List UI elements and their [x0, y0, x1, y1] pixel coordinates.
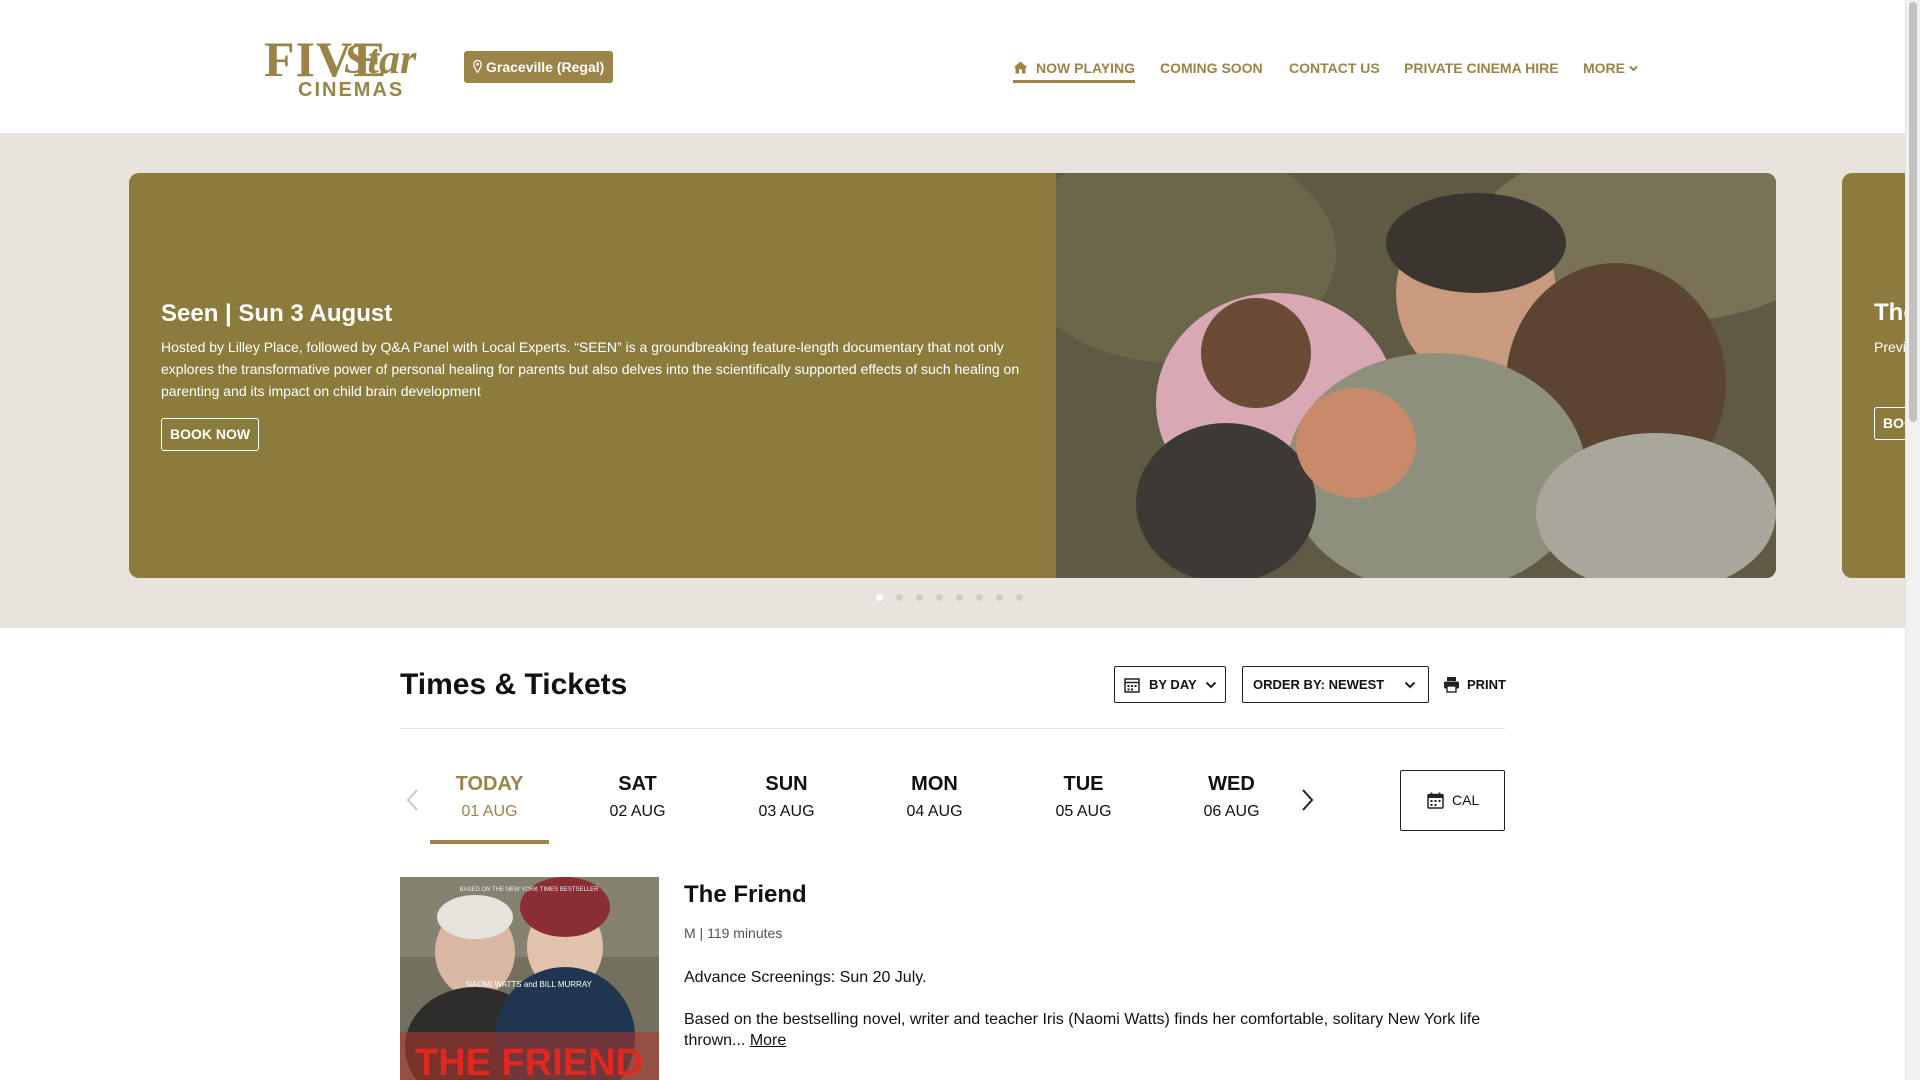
- date-tab-day: TODAY: [455, 773, 524, 795]
- home-icon: [1013, 61, 1028, 74]
- slide-image-family-hug: [1016, 173, 1776, 578]
- nav-label: CONTACT US: [1289, 60, 1380, 76]
- date-tab-date: 01 AUG: [461, 803, 518, 820]
- logo-cinemas-text: CINEMAS: [298, 79, 405, 101]
- section-divider: [400, 728, 1505, 729]
- poster-cast: NAOMI WATTS and BILL MURRAY: [466, 980, 592, 989]
- print-label: PRINT: [1467, 677, 1506, 692]
- date-tab-today[interactable]: TODAY 01 AUG: [430, 770, 549, 844]
- movie-synopsis: Based on the bestselling novel, writer a…: [684, 1009, 1504, 1051]
- more-link[interactable]: More: [750, 1032, 786, 1049]
- date-tab-sun[interactable]: SUN 03 AUG: [727, 770, 846, 844]
- movie-rating-runtime: M | 119 minutes: [684, 925, 783, 941]
- chevron-down-icon: [1404, 681, 1416, 689]
- carousel-slide-seen: Seen | Sun 3 August Hosted by Lilley Pla…: [129, 173, 1776, 578]
- view-by-day-dropdown[interactable]: BY DAY: [1114, 666, 1226, 703]
- calendar-list-icon: [1124, 678, 1140, 693]
- nav-item-contact-us[interactable]: CONTACT US: [1289, 58, 1380, 78]
- slide-description: Hosted by Lilley Place, followed by Q&A …: [161, 339, 1020, 399]
- chevron-down-icon: [1205, 681, 1217, 689]
- times-tickets-heading: Times & Tickets: [400, 668, 628, 701]
- nav-item-more[interactable]: MORE: [1583, 58, 1638, 78]
- chevron-left-icon[interactable]: [404, 788, 422, 812]
- slide-title: Seen | Sun 3 August: [161, 300, 393, 327]
- poster-tagline: BASED ON THE NEW YORK TIMES BESTSELLER: [459, 887, 599, 893]
- movie-advance-screenings: Advance Screenings: Sun 20 July.: [684, 969, 927, 986]
- printer-icon: [1444, 677, 1459, 693]
- site-header: FIVE Star CINEMAS Graceville (Regal) NOW…: [0, 0, 1905, 133]
- nav-item-coming-soon[interactable]: COMING SOON: [1160, 58, 1263, 78]
- date-tab-date: 02 AUG: [609, 803, 666, 820]
- five-star-cinemas-logo[interactable]: FIVE Star CINEMAS: [264, 34, 442, 100]
- cal-label: CAL: [1452, 792, 1480, 808]
- page-scrollbar[interactable]: [1905, 0, 1920, 1080]
- chevron-right-icon[interactable]: [1298, 788, 1316, 812]
- carousel-dot-8[interactable]: [1016, 594, 1023, 601]
- chevron-down-icon: [1629, 65, 1638, 72]
- order-by-select[interactable]: ORDER BY: NEWEST: [1242, 666, 1429, 703]
- poster-title: THE FRIEND: [415, 1042, 643, 1080]
- next-slide-book-button[interactable]: BOOK NOW: [1874, 407, 1905, 440]
- order-by-label: ORDER BY: NEWEST: [1253, 677, 1385, 692]
- map-pin-icon: [473, 60, 482, 73]
- by-day-label: BY DAY: [1149, 677, 1197, 692]
- next-slide-title: The: [1874, 299, 1905, 326]
- next-slide-description: Previ man: [1874, 339, 1905, 355]
- carousel-dot-2[interactable]: [896, 594, 903, 601]
- date-tab-tue[interactable]: TUE 05 AUG: [1024, 770, 1143, 844]
- date-tab-day: SUN: [765, 773, 808, 795]
- carousel-dot-5[interactable]: [956, 594, 963, 601]
- calendar-button[interactable]: CAL: [1400, 770, 1505, 831]
- movie-title[interactable]: The Friend: [684, 880, 807, 910]
- movie-poster-the-friend[interactable]: BASED ON THE NEW YORK TIMES BESTSELLER N…: [400, 877, 659, 1080]
- slide-content: Seen | Sun 3 August Hosted by Lilley Pla…: [161, 173, 1041, 578]
- nav-item-private-cinema-hire[interactable]: PRIVATE CINEMA HIRE: [1404, 58, 1559, 78]
- date-tab-day: SAT: [618, 773, 657, 795]
- carousel-dot-7[interactable]: [996, 594, 1003, 601]
- date-tab-mon[interactable]: MON 04 AUG: [875, 770, 994, 844]
- date-tab-wed[interactable]: WED 06 AUG: [1172, 770, 1291, 844]
- date-tab-day: TUE: [1063, 773, 1104, 795]
- nav-label: COMING SOON: [1160, 60, 1263, 76]
- date-tab-date: 06 AUG: [1203, 803, 1260, 820]
- carousel-next-slide-peek[interactable]: The Previ man BOOK NOW: [1842, 173, 1905, 578]
- carousel-dot-4[interactable]: [936, 594, 943, 601]
- movie-synopsis-text: Based on the bestselling novel, writer a…: [684, 1011, 1481, 1049]
- logo-star-text: Star: [344, 37, 417, 83]
- scrollbar-thumb[interactable]: [1909, 2, 1917, 422]
- book-now-button[interactable]: BOOK NOW: [161, 418, 260, 451]
- date-tab-sat[interactable]: SAT 02 AUG: [578, 770, 697, 844]
- date-tab-date: 04 AUG: [906, 803, 963, 820]
- nav-item-now-playing[interactable]: NOW PLAYING: [1013, 58, 1136, 83]
- carousel-dot-1[interactable]: [876, 594, 883, 601]
- nav-label: MORE: [1583, 60, 1625, 76]
- date-tab-date: 05 AUG: [1055, 803, 1112, 820]
- nav-label: PRIVATE CINEMA HIRE: [1404, 60, 1559, 76]
- date-tab-date: 03 AUG: [758, 803, 815, 820]
- location-selector-button[interactable]: Graceville (Regal): [464, 51, 614, 83]
- carousel-dot-6[interactable]: [976, 594, 983, 601]
- location-label: Graceville (Regal): [486, 59, 605, 75]
- calendar-icon: [1427, 792, 1444, 809]
- date-tab-day: MON: [911, 773, 958, 795]
- carousel-dot-3[interactable]: [916, 594, 923, 601]
- date-tab-day: WED: [1208, 773, 1255, 795]
- print-button[interactable]: PRINT: [1443, 676, 1506, 694]
- hero-carousel: Seen | Sun 3 August Hosted by Lilley Pla…: [0, 133, 1905, 628]
- nav-label: NOW PLAYING: [1036, 60, 1136, 76]
